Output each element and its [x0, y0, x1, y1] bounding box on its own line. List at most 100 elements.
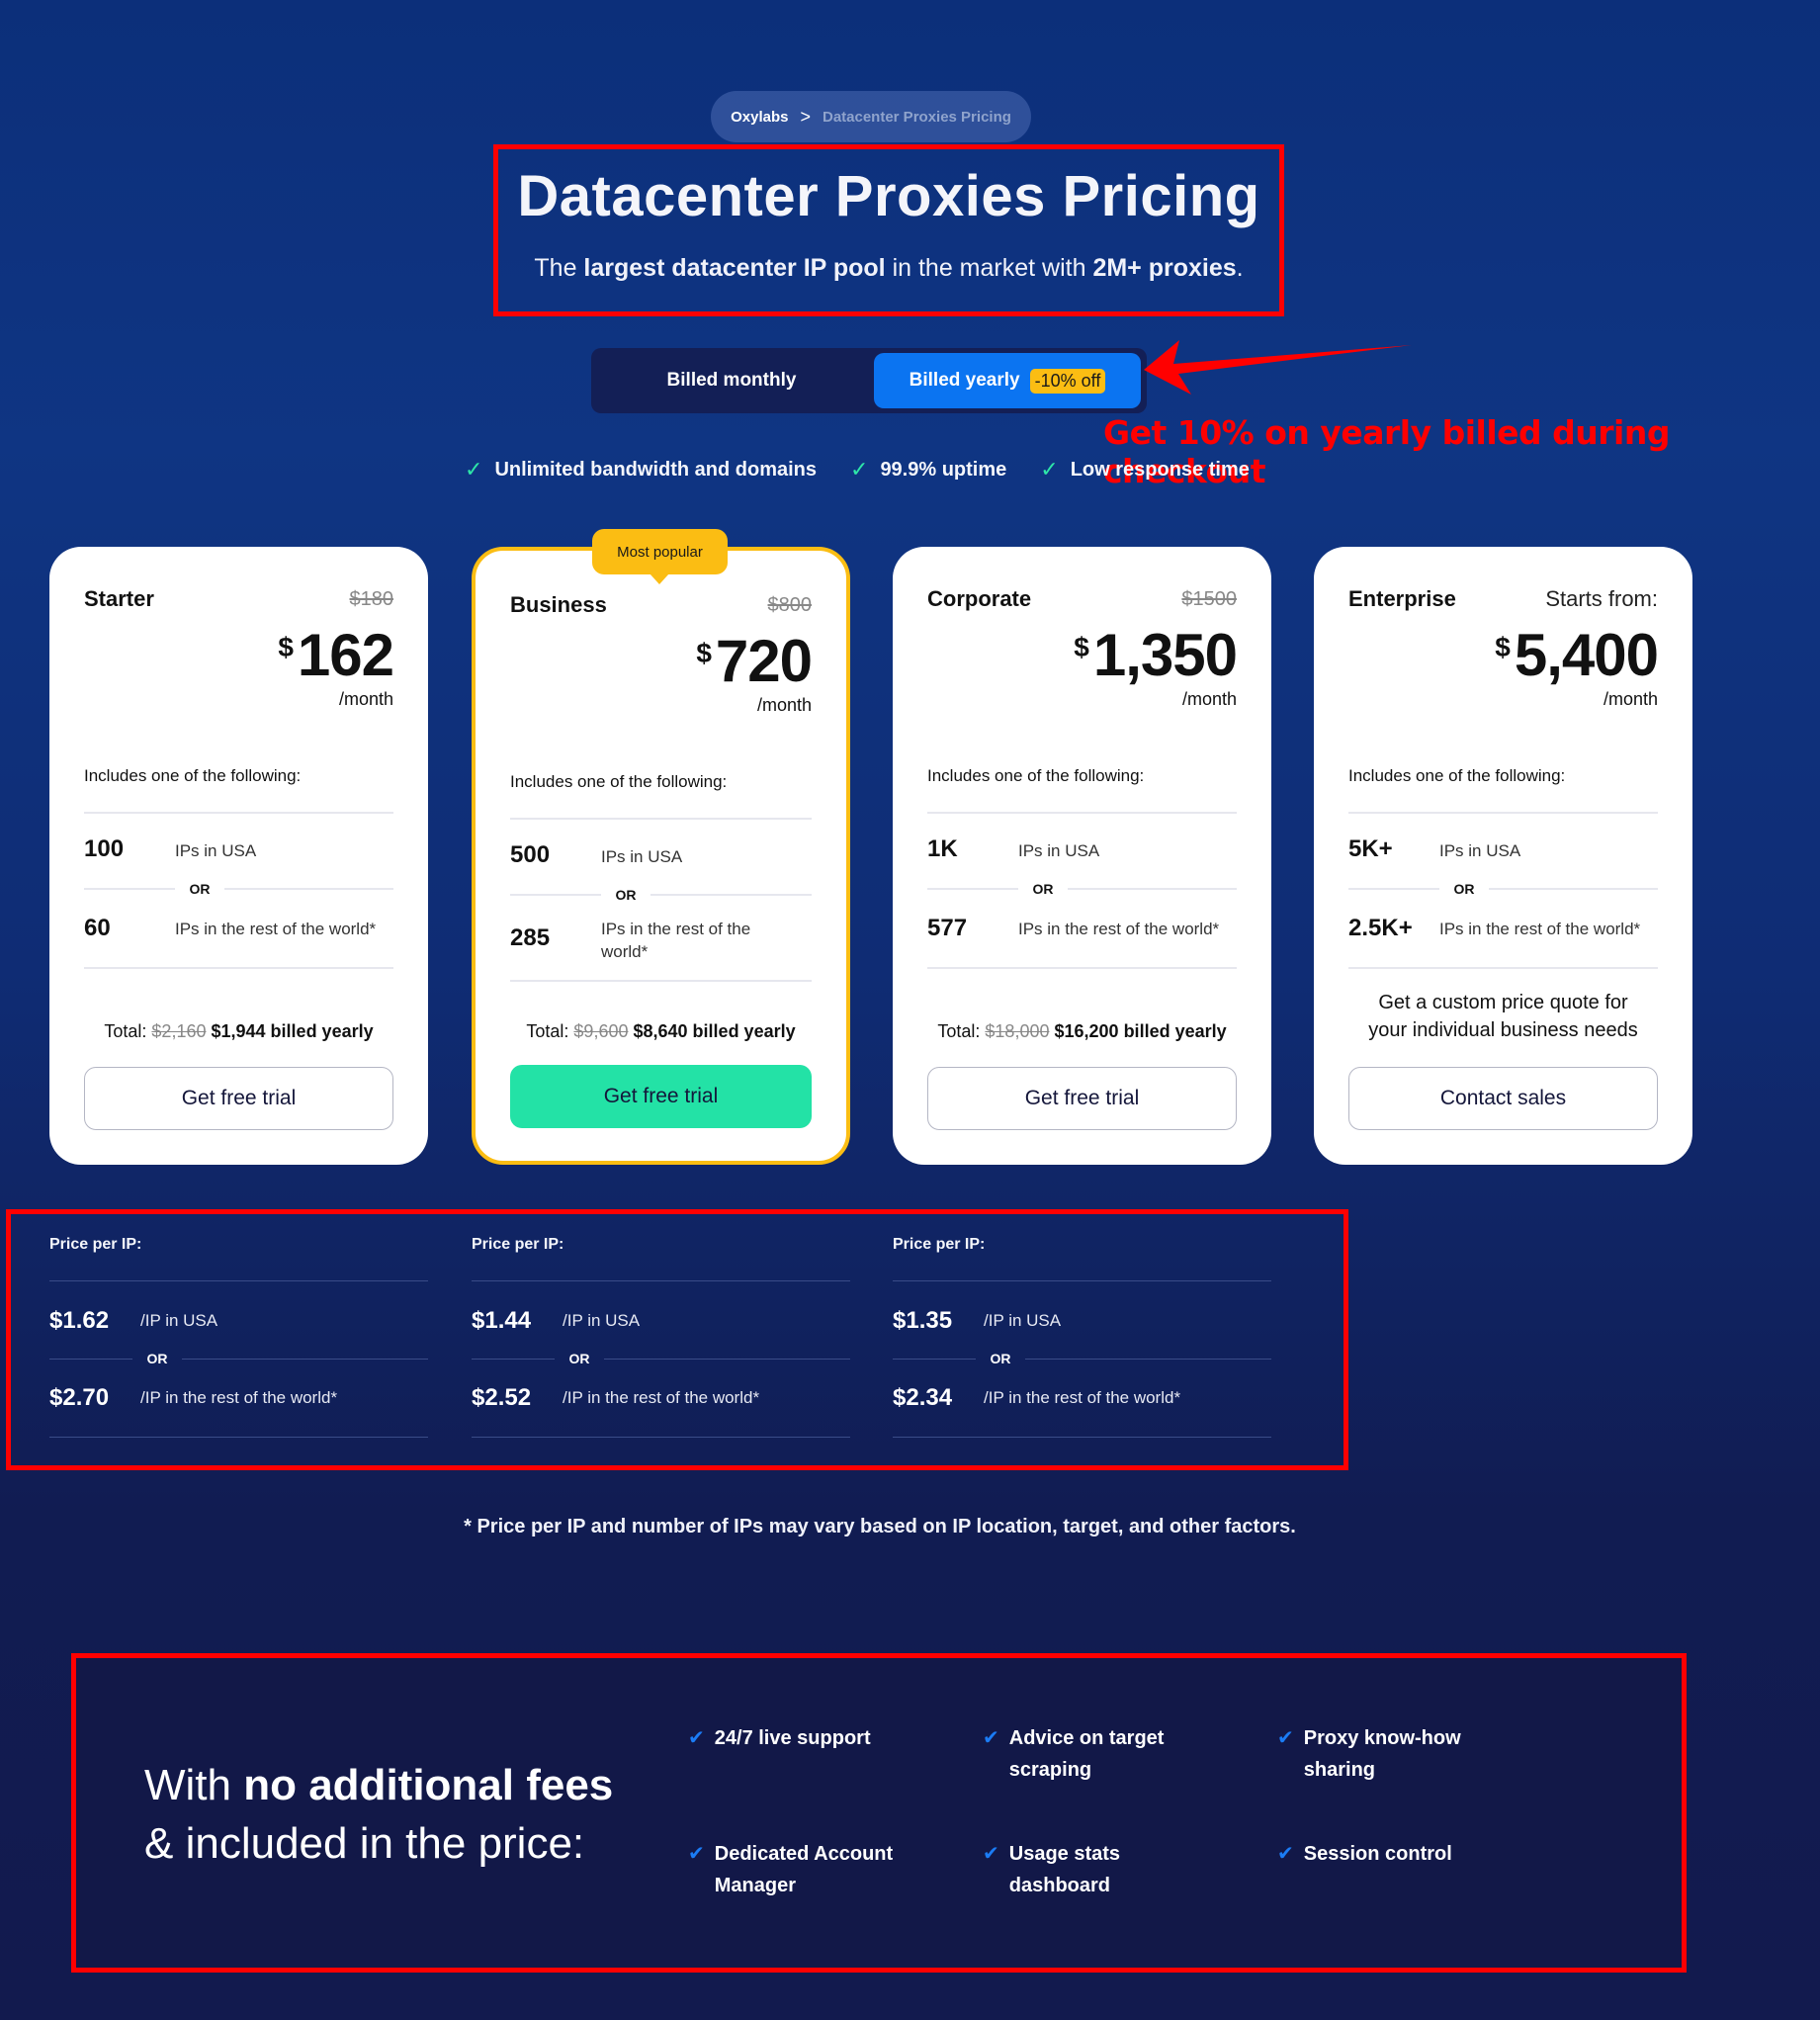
world-ip-label: IPs in the rest of the world* — [1018, 920, 1220, 938]
total-new-price: $1,944 billed yearly — [211, 1021, 374, 1041]
divider — [893, 1437, 1271, 1438]
breadcrumb-home-link[interactable]: Oxylabs — [731, 109, 788, 126]
world-ip-count: 2.5K+ — [1348, 915, 1413, 941]
world-ip-label: IPs in the rest of the world* — [1439, 920, 1641, 938]
total-label: Total: — [104, 1021, 147, 1041]
feature-item: ✓ Unlimited bandwidth and domains — [465, 457, 817, 483]
price-per-ip-title: Price per IP: — [49, 1236, 142, 1253]
contact-sales-button[interactable]: Contact sales — [1348, 1067, 1658, 1130]
feature-strip: ✓ Unlimited bandwidth and domains ✓ 99.9… — [465, 457, 1250, 483]
check-icon: ✔ — [688, 1727, 705, 1749]
currency-symbol: $ — [278, 632, 294, 662]
world-ip-unit: /IP in the rest of the world* — [984, 1388, 1181, 1407]
divider — [49, 1280, 428, 1281]
or-label: OR — [1032, 881, 1054, 897]
price-per-ip-title: Price per IP: — [472, 1236, 564, 1253]
check-icon: ✔ — [983, 1843, 999, 1865]
usa-ip-label: IPs in USA — [1018, 841, 1100, 860]
usa-ip-unit: /IP in USA — [563, 1311, 641, 1330]
divider — [893, 1280, 1271, 1281]
or-divider: OR — [84, 881, 393, 897]
heading-text: & included in the price: — [144, 1819, 585, 1869]
divider — [1348, 967, 1658, 969]
plan-name: Business — [510, 592, 607, 617]
check-icon: ✓ — [1040, 457, 1059, 482]
included-item: ✔ 24/7 live support — [688, 1722, 935, 1754]
world-ip-price: $2.52 — [472, 1384, 532, 1411]
check-icon: ✔ — [1277, 1727, 1294, 1749]
usa-ip-price: $1.44 — [472, 1307, 532, 1334]
plan-card-business: Business $800 $ 720 /month Includes one … — [472, 547, 850, 1165]
plan-name: Corporate — [927, 586, 1032, 611]
divider — [1348, 812, 1658, 814]
usa-ip-label: IPs in USA — [175, 841, 257, 860]
plan-card-starter: Starter $180 $ 162 /month Includes one o… — [49, 547, 428, 1165]
discount-badge: -10% off — [1029, 368, 1106, 394]
world-ip-count: 60 — [84, 915, 111, 941]
or-label: OR — [990, 1351, 1011, 1366]
divider — [927, 967, 1237, 969]
or-label: OR — [615, 887, 637, 903]
total-label: Total: — [526, 1021, 569, 1041]
get-free-trial-button[interactable]: Get free trial — [510, 1065, 812, 1128]
usa-ip-count: 500 — [510, 841, 551, 868]
divider — [472, 1437, 850, 1438]
divider — [472, 1280, 850, 1281]
old-price: $180 — [349, 588, 394, 610]
price-amount: 1,350 — [1092, 622, 1238, 688]
total-label: Total: — [937, 1021, 981, 1041]
world-ip-price: $2.34 — [893, 1384, 953, 1411]
check-icon: ✓ — [465, 457, 483, 482]
billed-yearly-tab[interactable]: Billed yearly -10% off — [874, 353, 1141, 408]
check-icon: ✔ — [1277, 1843, 1294, 1865]
old-price: $800 — [767, 594, 813, 616]
feature-label: 99.9% uptime — [880, 458, 1007, 481]
divider — [510, 818, 812, 820]
old-price: $1500 — [1181, 588, 1237, 610]
feature-item: ✓ Low response time — [1040, 457, 1250, 483]
world-ip-label: IPs in the rest of the world* — [601, 920, 751, 961]
heading-emphasis: no additional fees — [243, 1761, 614, 1809]
get-free-trial-button[interactable]: Get free trial — [927, 1067, 1237, 1130]
heading-text: With — [144, 1761, 244, 1809]
or-divider: OR — [893, 1351, 1271, 1366]
usa-ip-price: $1.62 — [49, 1307, 110, 1334]
usa-ip-label: IPs in USA — [601, 847, 683, 866]
chevron-right-icon: > — [800, 106, 811, 127]
included-item-label: Session control — [1303, 1843, 1452, 1865]
included-item-label: Usage stats dashboard — [1008, 1843, 1121, 1896]
usa-ip-count: 5K+ — [1348, 835, 1393, 862]
price-amount: 162 — [297, 622, 394, 688]
included-item-label: Dedicated Account Manager — [714, 1843, 894, 1896]
price-amount: 720 — [715, 628, 813, 694]
or-divider: OR — [1348, 881, 1658, 897]
or-label: OR — [1453, 881, 1475, 897]
divider — [84, 812, 393, 814]
world-ip-price: $2.70 — [49, 1384, 110, 1411]
price-per-ip-corporate: Price per IP: $1.35 /IP in USA OR $2.34 … — [893, 1236, 1271, 1438]
plan-name: Starter — [84, 586, 154, 611]
price-per-ip-starter: Price per IP: $1.62 /IP in USA OR $2.70 … — [49, 1236, 428, 1438]
included-item: ✔ Advice on target scraping — [983, 1722, 1180, 1786]
get-free-trial-button[interactable]: Get free trial — [84, 1067, 393, 1130]
plan-price: $ 162 — [278, 622, 394, 688]
billed-monthly-tab[interactable]: Billed monthly — [596, 353, 867, 408]
price-period: /month — [338, 689, 393, 709]
usa-ip-label: IPs in USA — [1439, 841, 1521, 860]
feature-item: ✓ 99.9% uptime — [850, 457, 1006, 483]
included-item-label: Advice on target scraping — [1008, 1727, 1165, 1781]
yearly-total: Total: $18,000 $16,200 billed yearly — [893, 1021, 1271, 1042]
breadcrumb: Oxylabs > Datacenter Proxies Pricing — [711, 91, 1031, 142]
usa-ip-unit: /IP in USA — [140, 1311, 218, 1330]
custom-quote-text: Get a custom price quote for your indivi… — [1368, 992, 1638, 1041]
price-per-ip-business: Price per IP: $1.44 /IP in USA OR $2.52 … — [472, 1236, 850, 1438]
or-divider: OR — [472, 1351, 850, 1366]
includes-label: Includes one of the following: — [927, 766, 1145, 785]
world-ip-count: 577 — [927, 915, 968, 941]
divider — [927, 812, 1237, 814]
total-old-price: $18,000 — [985, 1021, 1050, 1041]
or-divider: OR — [927, 881, 1237, 897]
plan-name: Enterprise — [1348, 586, 1456, 611]
plan-price: $ 1,350 — [1074, 622, 1238, 688]
plan-card-enterprise: Enterprise Starts from: $ 5,400 /month I… — [1314, 547, 1692, 1165]
